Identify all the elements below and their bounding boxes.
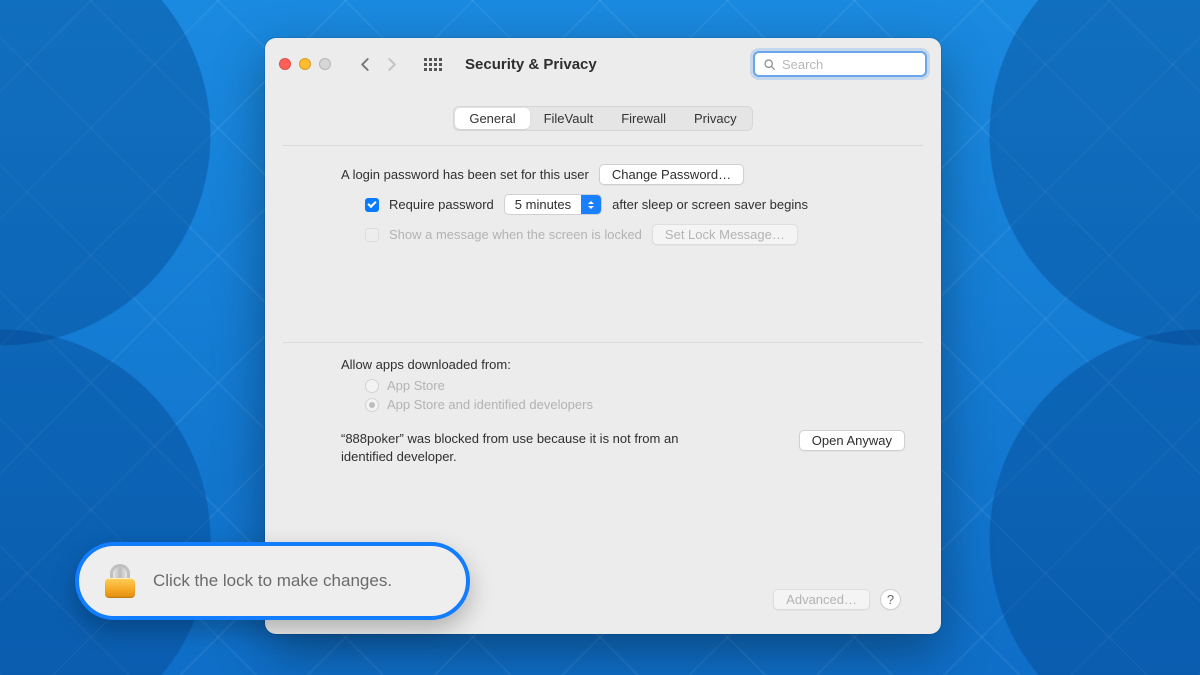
set-lock-message-button: Set Lock Message… <box>652 224 798 245</box>
advanced-button: Advanced… <box>773 589 870 610</box>
lock-callout-text: Click the lock to make changes. <box>153 571 392 591</box>
lock-icon[interactable] <box>105 564 135 598</box>
radio-identified-developers-label: App Store and identified developers <box>387 397 593 412</box>
show-message-checkbox <box>365 228 379 242</box>
change-password-button[interactable]: Change Password… <box>599 164 744 185</box>
login-password-text: A login password has been set for this u… <box>341 167 589 182</box>
search-icon <box>763 58 776 71</box>
show-message-label: Show a message when the screen is locked <box>389 227 642 242</box>
back-button[interactable] <box>353 52 377 76</box>
require-password-checkbox[interactable] <box>365 198 379 212</box>
traffic-lights <box>279 58 331 70</box>
tab-bar: General FileVault Firewall Privacy <box>453 106 752 131</box>
help-button[interactable]: ? <box>880 589 901 610</box>
require-password-label-before: Require password <box>389 197 494 212</box>
lock-callout: Click the lock to make changes. <box>75 542 470 620</box>
require-password-delay-select[interactable]: 5 minutes <box>504 194 602 215</box>
select-stepper-icon <box>581 195 601 214</box>
open-anyway-button[interactable]: Open Anyway <box>799 430 905 451</box>
radio-app-store <box>365 379 379 393</box>
blocked-app-text: “888poker” was blocked from use because … <box>341 430 721 465</box>
tab-firewall[interactable]: Firewall <box>607 108 680 129</box>
titlebar: Security & Privacy <box>265 38 941 90</box>
radio-app-store-label: App Store <box>387 378 445 393</box>
forward-button[interactable] <box>379 52 403 76</box>
window-title: Security & Privacy <box>465 56 597 73</box>
require-password-delay-value: 5 minutes <box>505 197 581 212</box>
radio-identified-developers <box>365 398 379 412</box>
close-window-button[interactable] <box>279 58 291 70</box>
allow-apps-heading: Allow apps downloaded from: <box>341 357 905 372</box>
tab-general[interactable]: General <box>455 108 529 129</box>
minimize-window-button[interactable] <box>299 58 311 70</box>
show-all-prefs-button[interactable] <box>421 52 445 76</box>
require-password-label-after: after sleep or screen saver begins <box>612 197 808 212</box>
search-field-wrapper[interactable] <box>753 51 927 77</box>
allow-apps-radio-group: App Store App Store and identified devel… <box>365 378 905 416</box>
nav-buttons <box>353 52 403 76</box>
panel-divider <box>283 342 923 343</box>
search-input[interactable] <box>782 57 917 72</box>
zoom-window-button <box>319 58 331 70</box>
tab-filevault[interactable]: FileVault <box>530 108 608 129</box>
tab-privacy[interactable]: Privacy <box>680 108 751 129</box>
